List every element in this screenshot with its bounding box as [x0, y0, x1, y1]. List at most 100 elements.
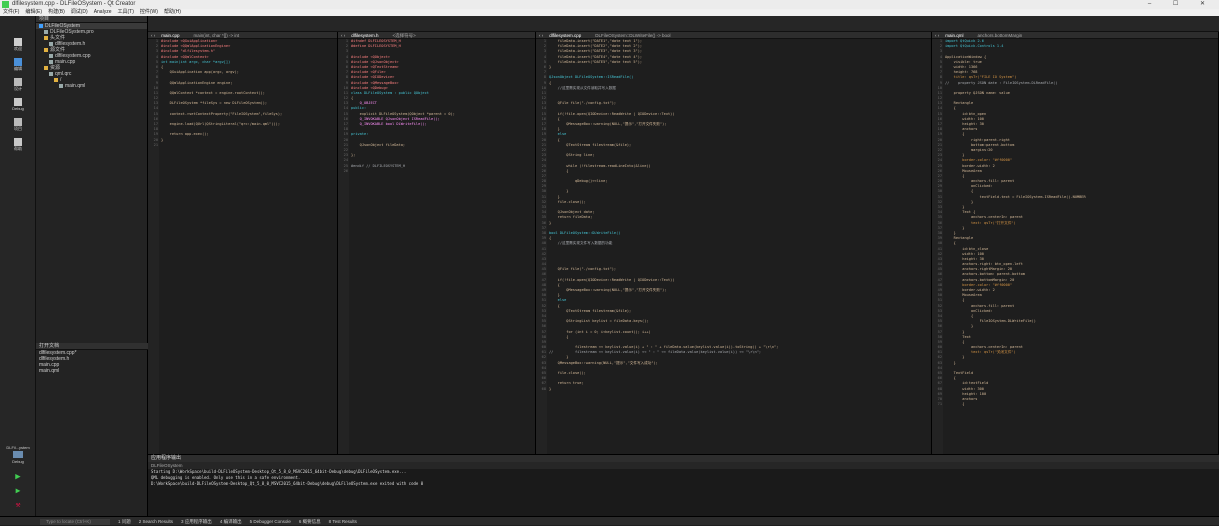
mode-1[interactable]: 编辑: [0, 56, 36, 78]
mode-3[interactable]: Debug: [0, 96, 36, 118]
menu-item[interactable]: 工具(T): [117, 9, 133, 15]
line-numbers: 1 2 3 4 5 6 7 8 9 10 11 12 13 14 15 16 17 18 19 20 21 22 23 24 2…: [932, 39, 943, 454]
output-text: Starting D:\WorkSpace\build-DLFileOSyste…: [148, 469, 1219, 487]
file-icon: [49, 53, 53, 58]
window-controls[interactable]: – ☐ ✕: [1148, 0, 1215, 9]
line-numbers: 1 2 3 4 5 6 7 8 9 10 11 12 13 14 15 16 17 18 19 20 21: [148, 39, 159, 454]
file-icon: [49, 41, 53, 46]
build-hammer-icon[interactable]: ⚒: [12, 500, 24, 510]
kit-selector[interactable]: DLFil...ystem Debug: [0, 445, 36, 464]
menu-item[interactable]: 编辑(E): [25, 9, 42, 15]
mode-label: 欢迎: [14, 46, 22, 51]
menu-item[interactable]: 构建(B): [48, 9, 65, 15]
output-pane-button[interactable]: 1 问题: [118, 519, 131, 524]
output-header: 应用程序输出: [148, 455, 1219, 462]
code-line: }: [549, 386, 552, 391]
folder-icon: [44, 47, 48, 52]
editor-0[interactable]: ‹ › main.cpp main(int, char *[]) -> int 1 2 3…: [148, 32, 338, 454]
editor-toolbar: [148, 16, 1219, 32]
file-icon: [44, 29, 48, 34]
editor-1[interactable]: ‹ › dlfilesystem.h <选择符号> 1 2 3 4 5 6 7 8 9 10 11 12 13…: [338, 32, 536, 454]
project-tree: DLFileOSystem DLFileOSystem.pro 头文件 dlfiles…: [36, 23, 147, 89]
symbol-selector[interactable]: anchors.bottomMargin: [978, 33, 1023, 38]
editor-3[interactable]: ‹ › main.qml anchors.bottomMargin 1 2 3 4 5 6 7 8 9…: [932, 32, 1219, 454]
projects-header[interactable]: 项目: [36, 16, 147, 23]
kit-name: DLFil...ystem: [6, 445, 30, 450]
locator-input[interactable]: Type to locate (Ctrl+K): [40, 518, 110, 525]
folder-icon: [44, 65, 48, 70]
output-pane-button[interactable]: 2 Search Results: [139, 519, 173, 524]
output-pane-buttons: 1 问题 2 Search Results 3 应用程序输出 4 编译输出 5 Debu…: [118, 519, 365, 524]
output-pane-button[interactable]: 8 Test Results: [329, 519, 357, 524]
code-line: {: [945, 402, 965, 407]
mode-icon: [14, 78, 22, 86]
file-icon: [49, 71, 53, 76]
output-run-tab[interactable]: DLFileOSystem: [148, 462, 1219, 469]
editor-file-tab[interactable]: dlfilesystem.cpp: [549, 33, 581, 38]
symbol-selector[interactable]: main(int, char *[]) -> int: [194, 33, 240, 38]
mode-label: 帮助: [14, 146, 22, 151]
kit-build-config: Debug: [12, 459, 24, 464]
line-numbers: 1 2 3 4 5 6 7 8 9 10 11 12 13 14 15 16 17 18 19 20 21 22 23 24 2…: [536, 39, 547, 454]
code-text[interactable]: import QtQuick 2.6 import QtQuick.Control…: [945, 39, 1216, 454]
code-text[interactable]: #ifndef DLFILEOSYSTEM_H #define DLFILEOSY…: [351, 39, 533, 454]
menu-item[interactable]: 控件(W): [140, 9, 158, 15]
qt-creator-icon: [2, 1, 9, 8]
editor-tabbar: ‹ › dlfilesystem.cpp DLFileOSystem::DLWrit…: [536, 32, 931, 39]
editor-file-tab[interactable]: main.qml: [945, 33, 963, 38]
editor-tabbar: ‹ › dlfilesystem.h <选择符号>: [338, 32, 535, 39]
mode-label: Debug: [12, 106, 24, 111]
menu-item[interactable]: 文件(F): [3, 9, 19, 15]
tree-item-label: main.qml: [65, 83, 86, 89]
nav-arrows[interactable]: ‹ ›: [341, 33, 345, 38]
mode-icon: [14, 138, 22, 146]
file-icon: [59, 83, 63, 88]
tree-item[interactable]: main.qml: [36, 83, 147, 89]
folder-icon: [54, 77, 58, 82]
menu-item[interactable]: 帮助(H): [164, 9, 181, 15]
title-bar: dlfilesystem.cpp - DLFileOSystem - Qt Cr…: [0, 0, 1219, 9]
open-documents-header[interactable]: 打开文档: [36, 343, 148, 350]
output-pane-button[interactable]: 4 编译输出: [220, 519, 242, 524]
mode-icon: [14, 118, 22, 126]
nav-arrows[interactable]: ‹ ›: [539, 33, 543, 38]
nav-arrows[interactable]: ‹ ›: [151, 33, 155, 38]
debug-run-button[interactable]: ▶: [12, 486, 24, 496]
output-pane-button[interactable]: 3 应用程序输出: [181, 519, 212, 524]
mode-icon: [14, 58, 22, 66]
symbol-selector[interactable]: <选择符号>: [393, 33, 416, 38]
editor-tabbar: ‹ › main.cpp main(int, char *[]) -> int: [148, 32, 337, 39]
application-output-pane: 应用程序输出 DLFileOSystem Starting D:\WorkSpa…: [148, 454, 1219, 516]
code-text[interactable]: fileData.insert("DATE1","date text 1"); …: [549, 39, 929, 454]
file-icon: [39, 23, 43, 28]
editor-file-tab[interactable]: main.cpp: [161, 33, 179, 38]
output-pane-button[interactable]: 5 Debugger Console: [250, 519, 291, 524]
code-text[interactable]: #include <QGuiApplication> #include <QQml…: [161, 39, 335, 454]
file-icon: [49, 59, 53, 64]
mode-0[interactable]: 欢迎: [0, 36, 36, 58]
menu-item[interactable]: 调试(D): [71, 9, 88, 15]
run-button[interactable]: ▶: [12, 472, 24, 482]
open-document-item[interactable]: main.qml: [36, 368, 148, 374]
mode-2[interactable]: 设计: [0, 76, 36, 98]
symbol-selector[interactable]: DLFileOSystem::DLWriteFile() -> bool: [595, 33, 670, 38]
menu-item[interactable]: Analyze: [94, 9, 112, 15]
menu-bar: 文件(F) 编辑(E) 构建(B) 调试(D) Analyze 工具(T) 控件(W) 帮助(…: [0, 9, 1219, 16]
monitor-icon: [13, 451, 23, 458]
mode-4[interactable]: 项目: [0, 116, 36, 138]
mode-icon: [14, 38, 22, 46]
mode-label: 设计: [14, 86, 22, 91]
output-line: D:\WorkSpace\build-DLFileOSystem-Desktop…: [151, 481, 424, 486]
nav-arrows[interactable]: ‹ ›: [935, 33, 939, 38]
editor-file-tab[interactable]: dlfilesystem.h: [351, 33, 378, 38]
mode-5[interactable]: 帮助: [0, 136, 36, 158]
mode-icon: [14, 98, 22, 106]
window-title: dlfilesystem.cpp - DLFileOSystem - Qt Cr…: [12, 1, 136, 7]
mode-label: 编辑: [14, 66, 22, 71]
open-documents-list: dlfilesystem.cpp* dlfilesystem.h main.cpp m…: [36, 350, 148, 374]
editor-tabbar: ‹ › main.qml anchors.bottomMargin: [932, 32, 1218, 39]
output-pane-button[interactable]: 6 概要信息: [299, 519, 321, 524]
mode-selector: 欢迎编辑设计 Debug 项目帮助: [0, 16, 36, 516]
editor-2[interactable]: ‹ › dlfilesystem.cpp DLFileOSystem::DLWrit…: [536, 32, 932, 454]
